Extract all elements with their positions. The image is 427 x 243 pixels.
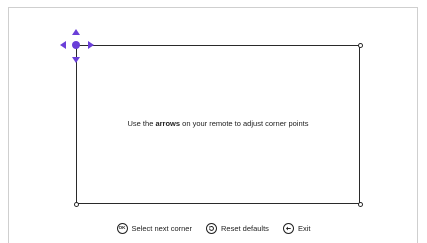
instruction-text: Use the arrows on your remote to adjust …	[76, 119, 360, 128]
back-arrow-icon	[282, 223, 294, 234]
arrow-right-icon[interactable]	[88, 41, 94, 49]
instruction-prefix: Use the	[127, 119, 156, 128]
keystone-screen: Use the arrows on your remote to adjust …	[0, 0, 427, 243]
hint-select-next-label: Select next corner	[131, 224, 192, 233]
arrow-left-icon[interactable]	[60, 41, 66, 49]
corner-handle-top-left-selected[interactable]	[72, 41, 80, 49]
corner-handle-top-right[interactable]	[357, 42, 363, 48]
instruction-emphasis: arrows	[155, 119, 181, 128]
hint-reset-label: Reset defaults	[220, 224, 269, 233]
hint-reset[interactable]: Reset defaults	[205, 223, 269, 234]
hint-bar: OK Select next corner Reset defaults Exi…	[0, 223, 427, 234]
hint-exit[interactable]: Exit	[282, 223, 311, 234]
corner-handle-bottom-right[interactable]	[357, 201, 363, 207]
reset-icon	[205, 223, 217, 234]
instruction-suffix: on your remote to adjust corner points	[180, 119, 309, 128]
corner-handle-bottom-left[interactable]	[73, 201, 79, 207]
hint-exit-label: Exit	[297, 224, 311, 233]
ok-button-icon: OK	[116, 223, 128, 234]
arrow-down-icon[interactable]	[72, 57, 80, 63]
arrow-up-icon[interactable]	[72, 29, 80, 35]
hint-select-next[interactable]: OK Select next corner	[116, 223, 192, 234]
